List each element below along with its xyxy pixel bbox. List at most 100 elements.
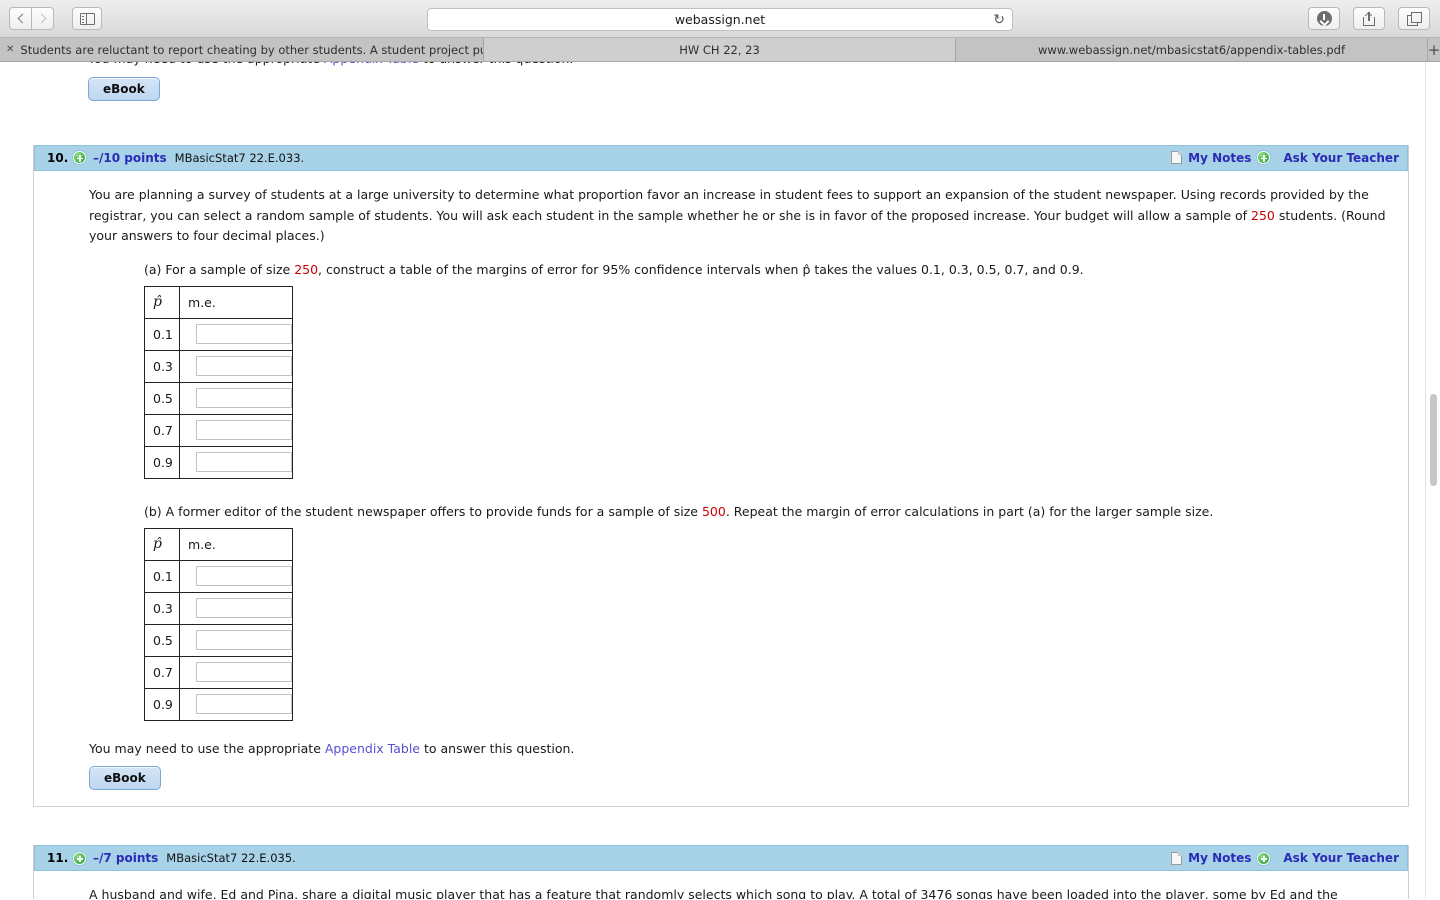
part-b-prompt: (b) A former editor of the student newsp… (144, 503, 1390, 522)
table-row: 0.3 (144, 349, 293, 383)
question-card-10: 10. –/10 points MBasicStat7 22.E.033. My… (33, 144, 1409, 808)
question-number: 10. (47, 150, 69, 165)
phat-value: 0.3 (144, 591, 180, 625)
question-header-10: 10. –/10 points MBasicStat7 22.E.033. My… (34, 144, 1408, 171)
stem-text-part1: You are planning a survey of students at… (89, 186, 1369, 223)
me-input-a-5[interactable] (196, 452, 292, 473)
part-a-label: (a) For a sample of size (144, 262, 295, 277)
url-text: webassign.net (674, 12, 766, 27)
question-body-10: You are planning a survey of students at… (34, 171, 1408, 807)
ebook-button[interactable]: eBook (88, 76, 160, 101)
question-part-a: (a) For a sample of size 250, construct … (89, 261, 1390, 479)
phat-value: 0.7 (144, 655, 180, 689)
sidebar-toggle-button[interactable] (72, 7, 102, 30)
page-content: You may need to use the appropriate Appe… (0, 62, 1426, 899)
forward-button[interactable] (31, 7, 54, 30)
tab-title: HW CH 22, 23 (679, 42, 760, 57)
close-icon[interactable]: ✕ (6, 44, 14, 55)
me-input-b-4[interactable] (196, 662, 292, 682)
me-cell (179, 591, 293, 625)
table-header-row: p̂ m.e. (144, 285, 293, 319)
ask-teacher-plus-icon[interactable] (1257, 851, 1271, 865)
new-tab-button[interactable]: + (1428, 38, 1440, 61)
column-header-me: m.e. (179, 285, 293, 319)
phat-value: 0.7 (144, 413, 180, 447)
tab-title: www.webassign.net/mbasicstat6/appendix-t… (1037, 42, 1345, 57)
table-row: 0.5 (144, 623, 293, 657)
stem-sample-size: 250 (1251, 207, 1275, 223)
browser-tab-2[interactable]: www.webassign.net/mbasicstat6/appendix-t… (956, 38, 1428, 61)
ask-teacher-plus-icon[interactable] (1257, 151, 1271, 165)
me-input-b-3[interactable] (196, 630, 292, 650)
margin-of-error-table-b: p̂ m.e. 0.1 0.3 0.5 0.7 0.9 (144, 527, 293, 721)
browser-tab-0[interactable]: ✕ Students are reluctant to report cheat… (0, 38, 484, 61)
sidebar-icon (79, 12, 95, 25)
tab-overview-button[interactable] (1398, 7, 1430, 30)
table-row: 0.9 (144, 687, 293, 721)
browser-tab-1[interactable]: HW CH 22, 23 (484, 38, 956, 61)
scrollbar-thumb[interactable] (1430, 394, 1437, 486)
address-bar[interactable]: webassign.net ↻ (427, 8, 1013, 31)
table-row: 0.7 (144, 655, 293, 689)
note-icon[interactable] (1171, 151, 1183, 165)
reload-icon[interactable]: ↻ (993, 13, 1005, 27)
me-cell (179, 381, 293, 415)
appendix-note-suffix: to answer this question. (420, 740, 575, 756)
download-icon (1316, 11, 1332, 26)
share-icon (1363, 11, 1375, 26)
question-10-footer: You may need to use the appropriate Appe… (89, 739, 1390, 791)
part-a-sample-size: 250 (294, 262, 319, 277)
me-input-b-5[interactable] (196, 694, 292, 714)
phat-value: 0.1 (144, 317, 180, 351)
card-spacer (0, 807, 1426, 845)
table-row: 0.3 (144, 591, 293, 625)
me-input-a-4[interactable] (196, 420, 292, 441)
phat-value: 0.9 (144, 687, 180, 721)
question-card-11: 11. –/7 points MBasicStat7 22.E.035. My … (33, 845, 1409, 899)
phat-value: 0.5 (144, 381, 180, 415)
expand-plus-icon[interactable] (73, 851, 86, 865)
me-input-a-2[interactable] (196, 356, 292, 377)
question-header-actions: My Notes Ask Your Teacher (1171, 846, 1399, 870)
share-button[interactable] (1353, 7, 1385, 30)
me-cell (179, 445, 293, 479)
me-input-a-3[interactable] (196, 388, 292, 409)
question-stem: A husband and wife, Ed and Pina, share a… (89, 887, 1338, 899)
chevron-right-icon (36, 13, 46, 24)
note-icon[interactable] (1171, 851, 1183, 865)
me-cell (179, 655, 293, 689)
back-button[interactable] (9, 7, 31, 30)
me-cell (179, 623, 293, 657)
table-row: 0.1 (144, 559, 293, 593)
me-input-b-2[interactable] (196, 598, 292, 618)
me-cell (179, 349, 293, 383)
me-input-a-1[interactable] (196, 324, 292, 345)
my-notes-link[interactable]: My Notes (1188, 851, 1251, 865)
question-body-11: A husband and wife, Ed and Pina, share a… (34, 871, 1408, 899)
phat-value: 0.9 (144, 445, 180, 479)
expand-plus-icon[interactable] (73, 151, 86, 165)
column-header-phat: p̂ (144, 285, 180, 319)
question-code: MBasicStat7 22.E.033. (174, 150, 305, 165)
phat-value: 0.3 (144, 349, 180, 383)
me-input-b-1[interactable] (196, 566, 292, 586)
margin-of-error-table-a: p̂ m.e. 0.1 0.3 0.5 0.7 0.9 (144, 285, 293, 479)
vertical-scrollbar[interactable] (1425, 62, 1440, 899)
tabs-icon (1407, 12, 1422, 26)
me-cell (179, 559, 293, 593)
part-b-sample-size: 500 (701, 503, 726, 519)
my-notes-link[interactable]: My Notes (1188, 151, 1251, 165)
me-cell (179, 317, 293, 351)
ebook-button[interactable]: eBook (89, 766, 161, 791)
ask-your-teacher-link[interactable]: Ask Your Teacher (1283, 151, 1399, 165)
downloads-button[interactable] (1308, 7, 1340, 30)
appendix-note: You may need to use the appropriate Appe… (89, 739, 1390, 760)
appendix-table-link[interactable]: Appendix Table (324, 62, 419, 66)
appendix-table-link[interactable]: Appendix Table (325, 741, 420, 756)
table-header-row: p̂ m.e. (144, 527, 293, 561)
chevron-left-icon (17, 13, 27, 24)
table-row: 0.5 (144, 381, 293, 415)
column-header-phat: p̂ (144, 527, 180, 561)
ask-your-teacher-link[interactable]: Ask Your Teacher (1283, 851, 1399, 865)
previous-appendix-note: You may need to use the appropriate Appe… (88, 62, 1391, 70)
